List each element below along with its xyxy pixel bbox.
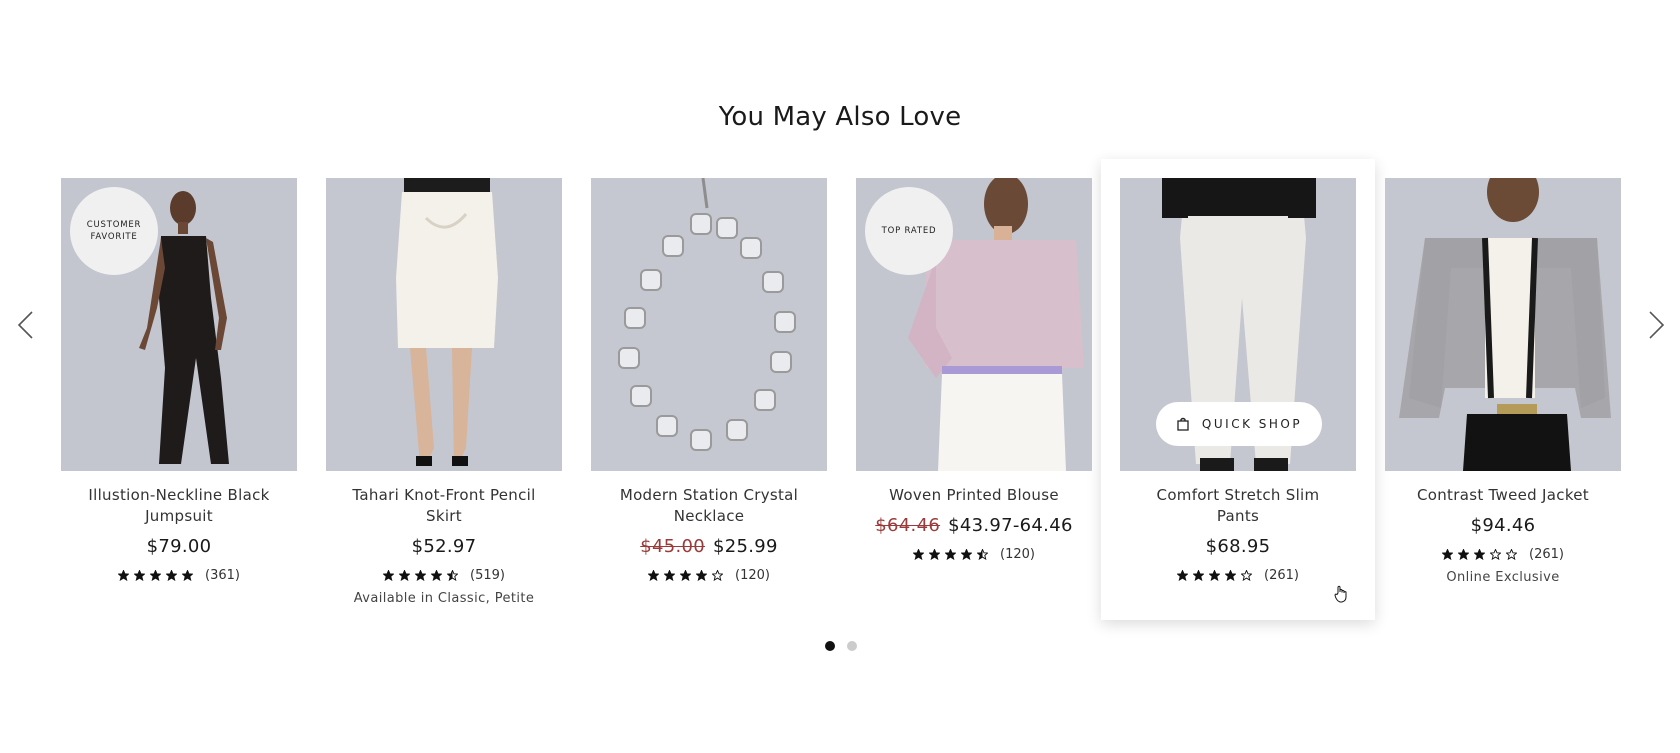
star-empty-icon: [1490, 549, 1502, 560]
product-rating: (120): [591, 568, 827, 583]
star-full-icon: [134, 570, 146, 581]
sale-price: $43.97-64.46: [948, 515, 1073, 536]
review-count: (519): [470, 568, 505, 583]
product-card[interactable]: Tahari Knot-Front Pencil Skirt $52.97 (5…: [326, 178, 562, 606]
skirt-photo: [326, 178, 562, 471]
product-price: $52.97: [326, 536, 562, 557]
hand-cursor-icon: [1334, 585, 1347, 603]
product-name[interactable]: Tahari Knot-Front Pencil Skirt: [326, 485, 562, 527]
star-half-icon: [977, 549, 989, 560]
product-card[interactable]: Modern Station Crystal Necklace $45.00 $2…: [591, 178, 827, 583]
star-full-icon: [166, 570, 178, 581]
product-name[interactable]: Illustion-Neckline Black Jumpsuit: [61, 485, 297, 527]
product-rating: (261): [1120, 568, 1356, 583]
star-full-icon: [150, 570, 162, 581]
product-badge: CUSTOMER FAVORITE: [70, 187, 158, 275]
star-full-icon: [1442, 549, 1454, 560]
review-count: (120): [735, 568, 770, 583]
section-title: You May Also Love: [718, 102, 962, 132]
chevron-left-icon: [17, 311, 33, 339]
star-empty-icon: [1506, 549, 1518, 560]
star-full-icon: [696, 570, 708, 581]
product-rating: (519): [326, 568, 562, 583]
star-rating: [383, 570, 459, 581]
product-name[interactable]: Modern Station Crystal Necklace: [591, 485, 827, 527]
jacket-photo: [1385, 178, 1621, 471]
carousel-next-button[interactable]: [1642, 308, 1672, 342]
current-price: $79.00: [146, 536, 212, 557]
star-full-icon: [1225, 570, 1237, 581]
star-full-icon: [399, 570, 411, 581]
star-full-icon: [1177, 570, 1189, 581]
product-image[interactable]: [591, 178, 827, 471]
review-count: (261): [1264, 568, 1299, 583]
product-rating: (261): [1385, 547, 1621, 562]
star-rating: [913, 549, 989, 560]
product-rating: (361): [61, 568, 297, 583]
star-full-icon: [1209, 570, 1221, 581]
original-price: $45.00: [640, 536, 705, 557]
sale-price: $25.99: [713, 536, 778, 557]
product-image[interactable]: QUICK SHOP: [1120, 178, 1356, 471]
star-empty-icon: [1241, 570, 1253, 581]
availability-note: Online Exclusive: [1446, 570, 1560, 585]
review-count: (261): [1529, 547, 1564, 562]
star-full-icon: [648, 570, 660, 581]
product-name[interactable]: Woven Printed Blouse: [856, 485, 1092, 506]
star-half-icon: [447, 570, 459, 581]
product-image[interactable]: [1385, 178, 1621, 471]
necklace-photo: [591, 178, 827, 471]
current-price: $68.95: [1205, 536, 1271, 557]
product-image[interactable]: TOP RATED: [856, 178, 1092, 471]
star-full-icon: [913, 549, 925, 560]
star-full-icon: [182, 570, 194, 581]
product-price: $45.00 $25.99: [591, 536, 827, 557]
star-rating: [648, 570, 724, 581]
star-full-icon: [1193, 570, 1205, 581]
quick-shop-label: QUICK SHOP: [1201, 417, 1303, 431]
product-price: $68.95: [1120, 536, 1356, 557]
carousel-pagination: [825, 641, 857, 651]
star-full-icon: [664, 570, 676, 581]
star-full-icon: [945, 549, 957, 560]
review-count: (361): [205, 568, 240, 583]
product-card[interactable]: TOP RATED Woven Printed Blouse $64.46 $43…: [856, 178, 1092, 562]
product-name[interactable]: Comfort Stretch Slim Pants: [1120, 485, 1356, 527]
star-rating: [1442, 549, 1518, 560]
product-name[interactable]: Contrast Tweed Jacket: [1385, 485, 1621, 506]
product-image[interactable]: CUSTOMER FAVORITE: [61, 178, 297, 471]
product-price: $94.46: [1385, 515, 1621, 536]
review-count: (120): [1000, 547, 1035, 562]
current-price: $52.97: [411, 536, 477, 557]
pagination-dot-2[interactable]: [847, 641, 857, 651]
star-rating: [118, 570, 194, 581]
product-card[interactable]: QUICK SHOP Comfort Stretch Slim Pants $6…: [1120, 178, 1356, 583]
quick-shop-button[interactable]: QUICK SHOP: [1156, 402, 1322, 446]
product-badge: TOP RATED: [865, 187, 953, 275]
star-full-icon: [415, 570, 427, 581]
star-full-icon: [431, 570, 443, 581]
current-price: $94.46: [1470, 515, 1536, 536]
star-full-icon: [383, 570, 395, 581]
star-full-icon: [1458, 549, 1470, 560]
original-price: $64.46: [875, 515, 941, 536]
star-empty-icon: [712, 570, 724, 581]
availability-note: Available in Classic, Petite: [353, 591, 535, 606]
star-full-icon: [1474, 549, 1486, 560]
product-price: $79.00: [61, 536, 297, 557]
chevron-right-icon: [1649, 311, 1665, 339]
star-full-icon: [929, 549, 941, 560]
product-rating: (120): [856, 547, 1092, 562]
product-card[interactable]: Contrast Tweed Jacket $94.46 (261) Onlin…: [1385, 178, 1621, 585]
star-full-icon: [118, 570, 130, 581]
star-rating: [1177, 570, 1253, 581]
product-price: $64.46 $43.97-64.46: [856, 515, 1092, 536]
pagination-dot-1[interactable]: [825, 641, 835, 651]
shopping-bag-icon: [1177, 417, 1189, 431]
star-full-icon: [680, 570, 692, 581]
product-card[interactable]: CUSTOMER FAVORITE Illustion-Neckline Bla…: [61, 178, 297, 583]
product-image[interactable]: [326, 178, 562, 471]
carousel-prev-button[interactable]: [10, 308, 40, 342]
star-full-icon: [961, 549, 973, 560]
